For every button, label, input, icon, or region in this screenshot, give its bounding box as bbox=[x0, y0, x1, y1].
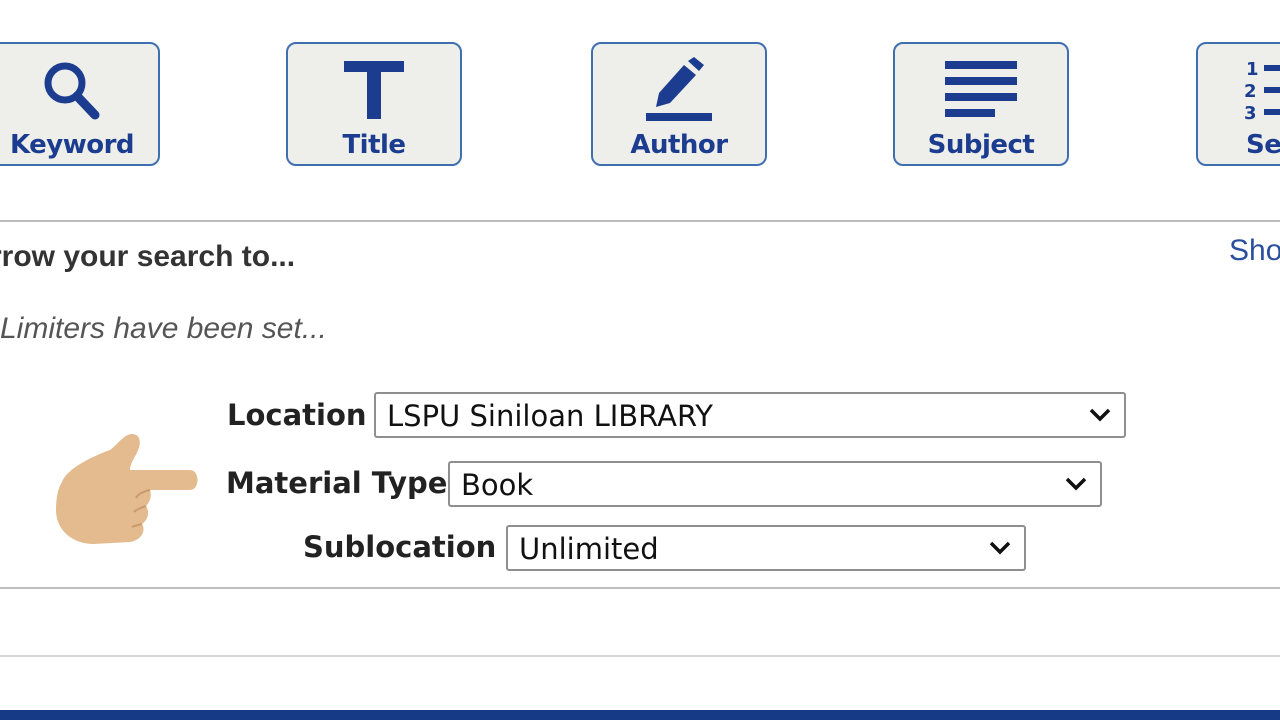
chevron-down-icon bbox=[989, 541, 1011, 555]
catalog-search-page: Keyword Title Author Subject 1 2 3 Se rr… bbox=[0, 0, 1280, 720]
svg-text:1: 1 bbox=[1246, 59, 1259, 80]
bottom-divider bbox=[0, 655, 1280, 657]
sublocation-select[interactable]: Unlimited bbox=[506, 525, 1026, 571]
sublocation-label: Sublocation bbox=[303, 530, 497, 564]
footer-bar bbox=[0, 710, 1280, 720]
chevron-down-icon bbox=[1089, 408, 1111, 422]
location-select[interactable]: LSPU Siniloan LIBRARY bbox=[374, 392, 1126, 438]
keyword-search-button[interactable]: Keyword bbox=[0, 42, 160, 166]
narrow-search-heading: rrow your search to... bbox=[0, 240, 296, 273]
chevron-down-icon bbox=[1065, 477, 1087, 491]
title-label: Title bbox=[342, 130, 406, 160]
subject-search-button[interactable]: Subject bbox=[893, 42, 1069, 166]
material-type-select[interactable]: Book bbox=[448, 461, 1102, 507]
numbered-list-icon: 1 2 3 bbox=[1244, 54, 1280, 126]
keyword-label: Keyword bbox=[9, 130, 135, 160]
location-label: Location bbox=[227, 398, 367, 432]
series-label: Ser bbox=[1246, 130, 1280, 160]
pencil-icon bbox=[593, 54, 765, 126]
material-type-select-value: Book bbox=[461, 468, 534, 502]
lines-icon bbox=[895, 54, 1067, 126]
material-type-label: Material Type bbox=[226, 466, 448, 500]
location-select-value: LSPU Siniloan LIBRARY bbox=[387, 399, 713, 433]
middle-divider bbox=[0, 587, 1280, 589]
author-search-button[interactable]: Author bbox=[591, 42, 767, 166]
series-search-button[interactable]: 1 2 3 Ser bbox=[1196, 42, 1280, 166]
title-search-button[interactable]: Title bbox=[286, 42, 462, 166]
sublocation-select-value: Unlimited bbox=[519, 532, 659, 566]
top-divider bbox=[0, 220, 1280, 222]
limiters-note: Limiters have been set... bbox=[0, 312, 327, 345]
svg-text:3: 3 bbox=[1244, 103, 1257, 123]
pointing-hand-icon bbox=[56, 434, 198, 544]
svg-text:2: 2 bbox=[1244, 81, 1257, 102]
magnifier-icon bbox=[0, 54, 158, 126]
letter-t-icon bbox=[288, 54, 460, 126]
author-label: Author bbox=[630, 130, 728, 160]
show-limiters-link[interactable]: Sho bbox=[1229, 234, 1280, 268]
subject-label: Subject bbox=[927, 130, 1035, 160]
